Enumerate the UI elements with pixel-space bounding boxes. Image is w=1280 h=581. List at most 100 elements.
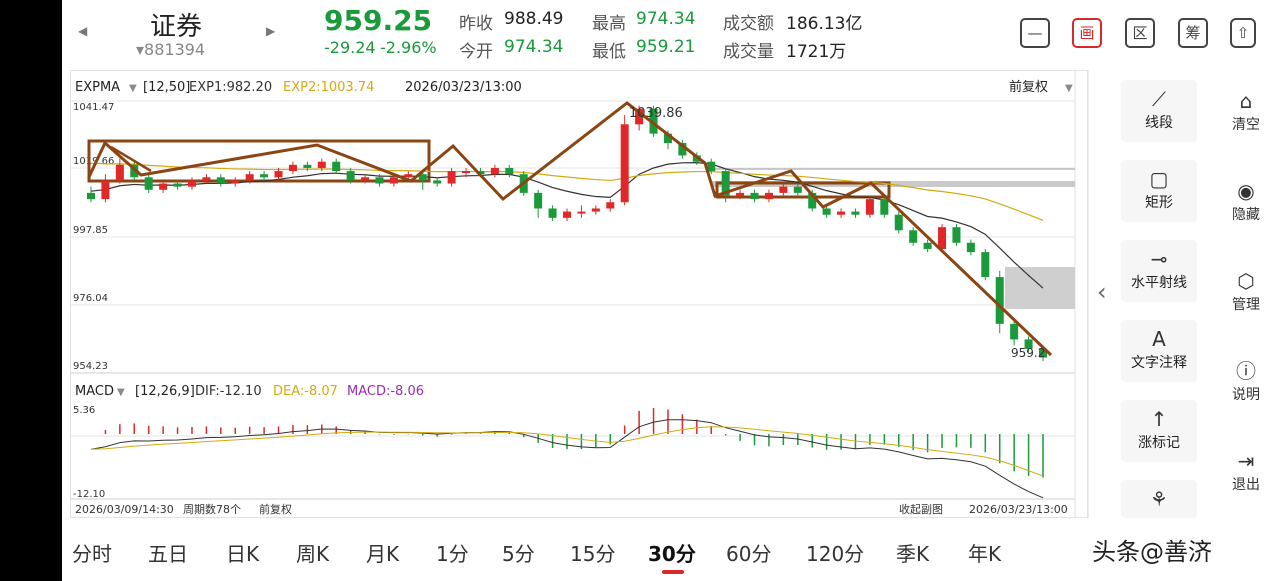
candle-body <box>764 192 773 200</box>
macd-dif: DIF:-12.10 <box>195 384 262 399</box>
macd-params: [12,26,9] <box>135 384 195 399</box>
tab-30min[interactable]: 30分 <box>648 538 696 567</box>
clear-icon: ⌂ <box>1239 89 1253 113</box>
y-tick-label: 954.23 <box>73 361 108 372</box>
macd-chevron-icon[interactable]: ▼ <box>117 387 125 398</box>
high-label: 最高 <box>592 14 626 34</box>
candle-body <box>346 171 355 181</box>
candle-body <box>260 174 269 178</box>
help-icon: ⓘ <box>1236 359 1256 383</box>
chip-icon[interactable]: 筹 <box>1178 18 1208 48</box>
candle-body <box>216 177 225 184</box>
tab-weekly[interactable]: 周K <box>296 538 329 567</box>
macd-dea: DEA:-8.07 <box>273 384 338 399</box>
candle-body <box>375 177 384 184</box>
indicator-params: [12,50] <box>143 80 190 95</box>
candle-body <box>952 227 961 243</box>
price-change-pct: -2.96% <box>380 38 437 57</box>
macd-y-top: 5.36 <box>73 405 95 416</box>
candle-body <box>837 211 846 215</box>
next-stock-arrow-icon[interactable]: ▶ <box>266 24 275 38</box>
candle-body <box>447 171 456 184</box>
adjust-chevron-icon[interactable]: ▼ <box>1065 83 1073 94</box>
adjust-mode[interactable]: 前复权 <box>1009 79 1048 95</box>
tab-yearly[interactable]: 年K <box>968 538 1001 567</box>
candle-body <box>173 183 182 187</box>
chevron-down-icon[interactable]: ▼ <box>129 83 137 94</box>
horizontal-ray-tool[interactable]: ⊸ 水平射线 <box>1121 240 1197 302</box>
clear-button[interactable]: ⌂ 清空 <box>1219 88 1273 134</box>
gray-rectangle[interactable] <box>1005 267 1075 309</box>
tool-label: 涨标记 <box>1138 435 1180 451</box>
stock-code[interactable]: ▾881394 <box>136 40 205 59</box>
more-tools-icon: ⚘ <box>1150 487 1168 511</box>
candle-body <box>187 180 196 187</box>
prev-stock-arrow-icon[interactable]: ◀ <box>78 24 87 38</box>
candle-body <box>736 192 745 197</box>
volume-label: 成交量 <box>723 42 774 62</box>
candle-body <box>981 252 990 278</box>
tab-intraday[interactable]: 分时 <box>72 538 112 567</box>
tool-label: 文字注释 <box>1131 355 1187 371</box>
macd-indicator-name[interactable]: MACD <box>75 384 114 399</box>
high-value: 974.34 <box>636 9 696 29</box>
tab-1min[interactable]: 1分 <box>436 538 469 567</box>
candle-body <box>779 186 788 193</box>
tab-5day[interactable]: 五日 <box>148 538 188 567</box>
line-segment-tool[interactable]: ⟋ 线段 <box>1121 80 1197 142</box>
candle-body <box>433 180 442 184</box>
help-button[interactable]: ⓘ 说明 <box>1219 358 1273 404</box>
amount-label: 成交额 <box>723 14 774 34</box>
tab-quarterly[interactable]: 季K <box>896 538 929 567</box>
hide-button[interactable]: ◉ 隐藏 <box>1219 178 1273 224</box>
start-date: 2026/03/09/14:30 <box>75 503 174 516</box>
exp2-value: EXP2:1003.74 <box>283 80 374 95</box>
prev-close-value: 988.49 <box>504 9 564 29</box>
line-segment-icon: ⟋ <box>1152 87 1166 111</box>
tab-daily[interactable]: 日K <box>226 538 259 567</box>
tool-label: 线段 <box>1145 115 1173 131</box>
candle-body <box>288 164 297 172</box>
exit-button[interactable]: ⇥ 退出 <box>1219 448 1273 494</box>
volume-value: 1721万 <box>786 42 847 62</box>
tool-label: 矩形 <box>1145 195 1173 211</box>
up-mark-tool[interactable]: ↑ 涨标记 <box>1121 400 1197 462</box>
tab-60min[interactable]: 60分 <box>726 538 771 567</box>
candle-body <box>389 177 398 184</box>
tab-15min[interactable]: 15分 <box>570 538 615 567</box>
action-label: 管理 <box>1232 297 1260 313</box>
candle-body <box>563 211 571 218</box>
region-icon[interactable]: 区 <box>1125 18 1155 48</box>
minus-box-icon[interactable]: — <box>1020 18 1050 48</box>
exp1-value: EXP1:982.20 <box>189 80 272 95</box>
kline-svg[interactable]: EXPMA ▼ [12,50] EXP1:982.20 EXP2:1003.74… <box>71 71 1087 517</box>
collapse-sub-chart[interactable]: 收起副图 <box>899 502 943 516</box>
low-label: 最低 <box>592 42 626 62</box>
collapse-arrow-icon[interactable]: ‹ <box>1097 278 1107 306</box>
candle-body <box>750 192 759 200</box>
tab-5min[interactable]: 5分 <box>502 538 535 567</box>
tab-120min[interactable]: 120分 <box>806 538 864 567</box>
action-label: 隐藏 <box>1232 207 1260 223</box>
action-label: 退出 <box>1232 477 1260 493</box>
more-tool[interactable]: ⚘ <box>1121 480 1197 518</box>
text-annotation-tool[interactable]: A 文字注释 <box>1121 320 1197 382</box>
indicator-name[interactable]: EXPMA <box>75 80 120 95</box>
draw-icon[interactable]: 画 <box>1072 18 1102 48</box>
kline-chart-area[interactable]: EXPMA ▼ [12,50] EXP1:982.20 EXP2:1003.74… <box>70 70 1088 518</box>
candle-body <box>202 177 211 181</box>
candle-body <box>303 164 312 168</box>
candle-body <box>231 180 240 184</box>
y-tick-label: 976.04 <box>73 293 108 304</box>
high-price-label: 1039.86 <box>629 106 683 121</box>
up-mark-icon: ↑ <box>1150 407 1168 431</box>
period-count: 周期数78个 <box>183 503 241 516</box>
app-window: ◀ 证券 ▾881394 ▶ 959.25 -29.24 -2.96% 昨收 9… <box>62 0 1280 581</box>
share-icon[interactable]: ⇧ <box>1230 18 1256 48</box>
tab-monthly[interactable]: 月K <box>366 538 399 567</box>
candle-body <box>606 202 615 209</box>
manage-icon: ⬡ <box>1237 269 1255 293</box>
manage-button[interactable]: ⬡ 管理 <box>1219 268 1273 314</box>
candle-body <box>923 242 932 250</box>
rectangle-tool[interactable]: ▢ 矩形 <box>1121 160 1197 222</box>
